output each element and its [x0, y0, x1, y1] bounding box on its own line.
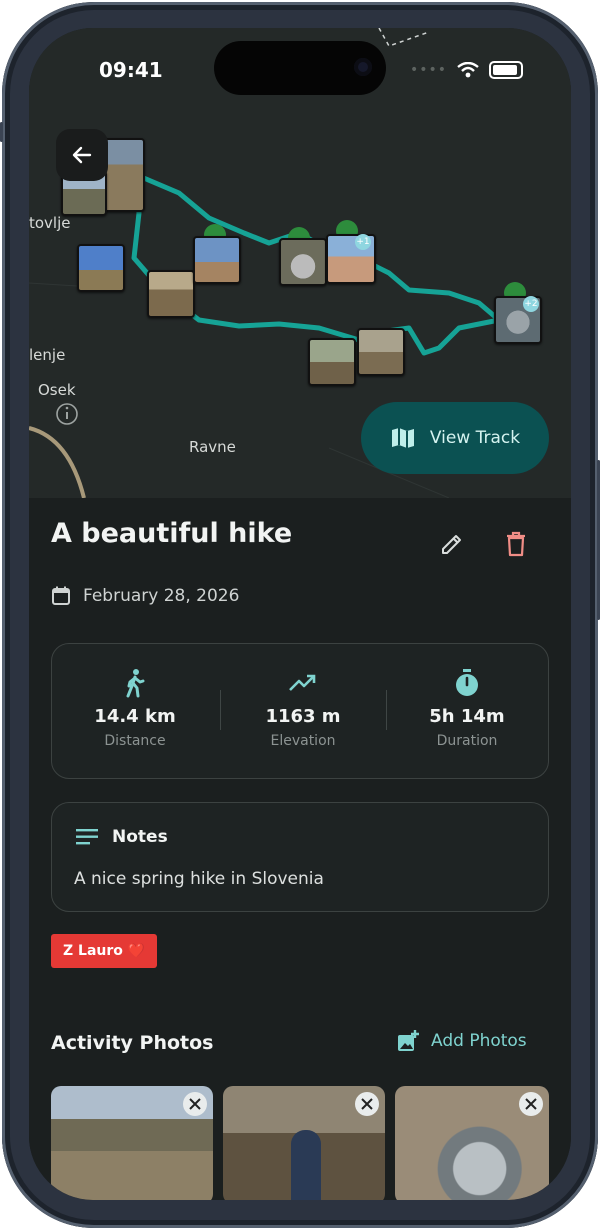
status-time: 09:41 [99, 58, 163, 82]
add-photos-label: Add Photos [431, 1031, 527, 1051]
map-view[interactable]: tovlje lenje Osek Ravne +1 +2 View Track [29, 28, 571, 498]
camera-icon [354, 58, 372, 76]
notes-header: Notes [76, 827, 168, 847]
map-label: Ravne [189, 438, 236, 456]
notes-body: A nice spring hike in Slovenia [74, 869, 324, 889]
add-photo-icon [398, 1030, 419, 1051]
view-track-button[interactable]: View Track [361, 402, 549, 474]
dynamic-island [214, 41, 386, 95]
delete-button[interactable] [501, 529, 531, 559]
stat-value: 14.4 km [94, 706, 176, 727]
map-photo-marker[interactable] [77, 244, 125, 292]
add-photos-button[interactable]: Add Photos [397, 1030, 527, 1052]
stats-card: 14.4 km Distance 1163 m Elevation 5h 14m… [51, 643, 549, 779]
notes-card: Notes A nice spring hike in Slovenia [51, 802, 549, 912]
map-label: tovlje [29, 214, 71, 232]
battery-icon [489, 61, 523, 79]
stat-elevation: 1163 m Elevation [220, 644, 386, 778]
screen: tovlje lenje Osek Ravne +1 +2 View Track [29, 28, 571, 1200]
stat-distance: 14.4 km Distance [52, 644, 218, 778]
activity-title: A beautiful hike [51, 518, 293, 549]
close-icon [361, 1098, 373, 1110]
view-track-label: View Track [429, 428, 521, 448]
stat-value: 5h 14m [429, 706, 505, 727]
map-photo-marker[interactable] [193, 236, 241, 284]
activity-date: February 28, 2026 [83, 586, 240, 606]
side-button [0, 122, 3, 142]
remove-photo-button[interactable] [355, 1092, 379, 1116]
map-photo-marker[interactable] [147, 270, 195, 318]
notes-title: Notes [112, 827, 168, 847]
photo-count-badge: +1 [355, 234, 371, 250]
back-button[interactable] [56, 129, 108, 181]
activity-photo[interactable] [395, 1086, 549, 1200]
trending-up-icon [289, 674, 316, 691]
stat-value: 1163 m [265, 706, 341, 727]
status-icons: •••• [410, 61, 523, 79]
map-icon [391, 428, 414, 448]
remove-photo-button[interactable] [519, 1092, 543, 1116]
date-row: February 28, 2026 [51, 586, 239, 606]
map-photo-marker[interactable] [103, 138, 145, 212]
stopwatch-icon [456, 669, 478, 696]
remove-photo-button[interactable] [183, 1092, 207, 1116]
map-label: lenje [29, 346, 66, 364]
hiker-figure [291, 1130, 321, 1200]
close-icon [525, 1098, 537, 1110]
arrow-left-icon [72, 146, 92, 164]
close-icon [189, 1098, 201, 1110]
activity-photo[interactable] [223, 1086, 385, 1200]
stat-duration: 5h 14m Duration [386, 644, 548, 778]
photos-section-title: Activity Photos [51, 1032, 214, 1054]
stat-label: Elevation [270, 733, 336, 749]
signal-icon: •••• [409, 62, 447, 78]
map-label: Osek [38, 381, 76, 399]
photo-count-badge: +2 [523, 296, 539, 312]
map-photo-marker[interactable] [308, 338, 356, 386]
trash-icon [507, 531, 525, 557]
stat-label: Distance [104, 733, 166, 749]
stat-label: Duration [436, 733, 498, 749]
calendar-icon [52, 586, 70, 605]
map-photo-marker[interactable] [357, 328, 405, 376]
notes-icon [76, 829, 98, 845]
tag-chip[interactable]: Z Lauro ❤️ [51, 934, 158, 968]
walk-icon [126, 669, 145, 698]
wifi-icon [457, 62, 479, 78]
map-photo-marker[interactable] [279, 238, 327, 286]
activity-details: A beautiful hike February 28, 2026 14.4 … [29, 498, 571, 1200]
activity-photo[interactable] [51, 1086, 213, 1200]
edit-button[interactable] [437, 529, 467, 559]
pencil-icon [442, 535, 461, 554]
